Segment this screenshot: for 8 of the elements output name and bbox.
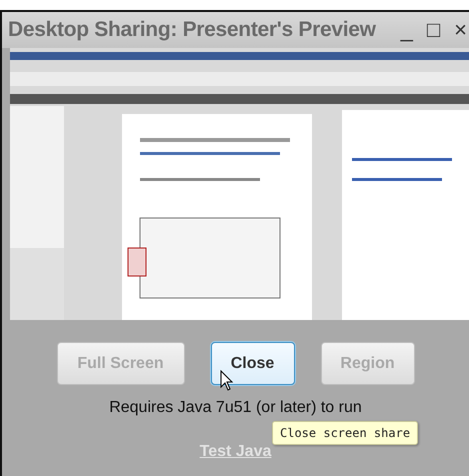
requirement-text: Requires Java 7u51 (or later) to run (109, 399, 362, 417)
window-title: Desktop Sharing: Presenter's Preview (8, 18, 376, 42)
window-control[interactable]: □ (426, 19, 440, 41)
cursor-icon (220, 370, 234, 392)
tooltip: Close screen share (272, 421, 418, 445)
window-control[interactable]: × (454, 19, 467, 41)
window-control[interactable]: _ (400, 19, 413, 41)
action-button[interactable]: Close (210, 342, 294, 385)
